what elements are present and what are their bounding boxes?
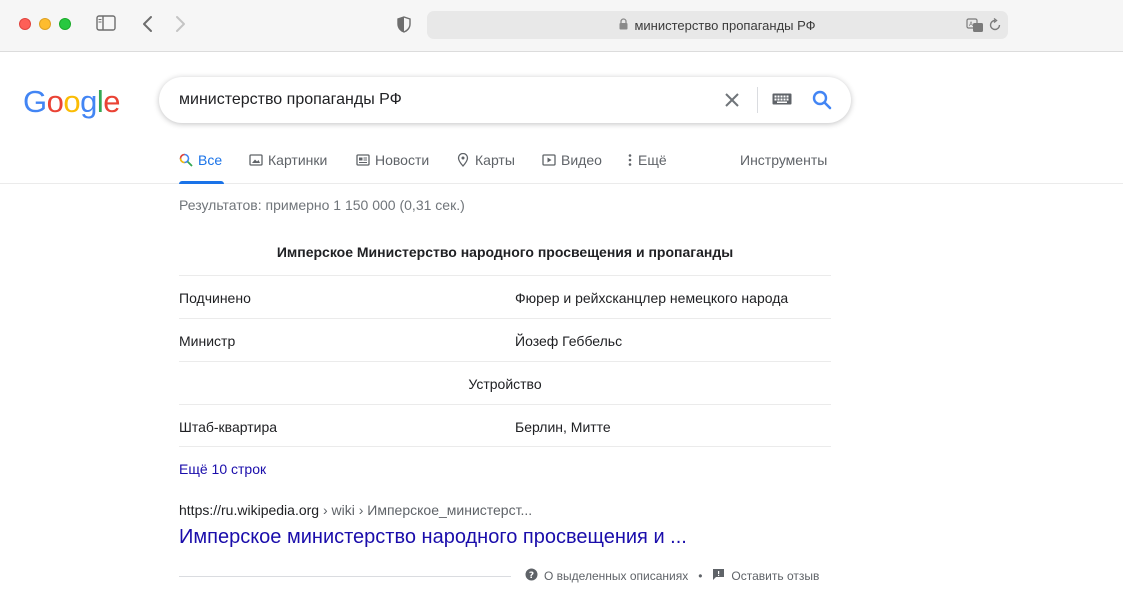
tab-news[interactable]: Новости: [356, 152, 429, 184]
search-tabs: Все Картинки Новости Карты Видео Ещё Инс…: [0, 140, 1123, 184]
table-row: Министр Йозеф Геббельс: [179, 318, 831, 361]
sidebar-toggle-icon[interactable]: [96, 15, 116, 31]
image-icon: [249, 153, 263, 167]
map-pin-icon: [456, 152, 470, 167]
tab-label: Картинки: [268, 152, 328, 168]
logo-letter: g: [80, 84, 97, 119]
row-value: Берлин, Митте: [515, 419, 611, 435]
tab-all[interactable]: Все: [179, 152, 224, 184]
row-key: Подчинено: [179, 290, 251, 306]
more-vert-icon: [627, 153, 633, 167]
result-title-link[interactable]: Имперское министерство народного просвещ…: [179, 526, 687, 549]
translate-icon[interactable]: A: [966, 17, 984, 33]
table-section-row: Устройство: [179, 361, 831, 404]
table-title: Имперское Министерство народного просвещ…: [276, 244, 734, 260]
result-stats: Результатов: примерно 1 150 000 (0,31 се…: [179, 197, 465, 213]
logo-letter: G: [23, 84, 47, 119]
result-path: › wiki › Имперское_министерст...: [319, 502, 533, 518]
tab-label: Все: [198, 152, 223, 168]
more-rows-link[interactable]: Ещё 10 строк: [179, 461, 266, 477]
result-domain: https://ru.wikipedia.org: [179, 502, 320, 518]
logo-letter: e: [103, 84, 121, 119]
forward-arrow-icon[interactable]: [172, 13, 190, 35]
tab-label: Ещё: [638, 152, 667, 168]
about-snippets-link[interactable]: О выделенных описаниях: [544, 569, 688, 583]
news-icon: [356, 153, 370, 167]
divider: [179, 576, 511, 577]
row-section-label: Устройство: [468, 376, 542, 392]
tab-tools[interactable]: Инструменты: [740, 152, 827, 184]
logo-letter: o: [46, 84, 64, 119]
google-logo[interactable]: Google: [23, 84, 121, 120]
search-icon[interactable]: [811, 89, 833, 111]
search-box[interactable]: министерство пропаганды РФ: [159, 77, 851, 123]
search-input[interactable]: министерство пропаганды РФ: [179, 77, 402, 123]
keyboard-icon[interactable]: [772, 92, 792, 108]
svg-text:?: ?: [529, 571, 534, 581]
tab-images[interactable]: Картинки: [249, 152, 327, 184]
close-window-button[interactable]: [19, 18, 31, 30]
table-row: Подчинено Фюрер и рейхсканцлер немецкого…: [179, 275, 831, 318]
search-divider: [757, 87, 758, 113]
row-value: Фюрер и рейхсканцлер немецкого народа: [515, 290, 789, 306]
result-url[interactable]: https://ru.wikipedia.org › wiki › Имперс…: [179, 502, 532, 518]
logo-letter: o: [63, 84, 81, 119]
help-icon[interactable]: ?: [525, 568, 538, 584]
lock-icon: [619, 17, 628, 33]
clear-icon[interactable]: [722, 90, 742, 110]
zoom-window-button[interactable]: [59, 18, 71, 30]
row-key: Штаб-квартира: [179, 419, 278, 435]
search-icon: [179, 153, 193, 167]
privacy-shield-icon[interactable]: [396, 15, 412, 33]
tab-maps[interactable]: Карты: [456, 152, 515, 184]
reload-icon[interactable]: [988, 17, 1002, 33]
separator-dot: •: [698, 569, 703, 583]
tab-label: Видео: [561, 152, 602, 168]
table-row: Штаб-квартира Берлин, Митте: [179, 404, 831, 447]
tab-more[interactable]: Ещё: [627, 152, 667, 184]
tab-label: Инструменты: [740, 152, 828, 168]
tab-video[interactable]: Видео: [542, 152, 602, 184]
row-value: Йозеф Геббельс: [515, 333, 623, 349]
address-text: министерство пропаганды РФ: [634, 17, 816, 33]
browser-toolbar: министерство пропаганды РФ A: [0, 0, 1123, 52]
minimize-window-button[interactable]: [39, 18, 51, 30]
row-key: Министр: [179, 333, 236, 349]
back-arrow-icon[interactable]: [138, 13, 156, 35]
snippet-footer: ? О выделенных описаниях • Оставить отзы…: [525, 568, 819, 584]
tab-label: Новости: [375, 152, 430, 168]
tab-label: Карты: [475, 152, 515, 168]
address-bar[interactable]: министерство пропаганды РФ A: [427, 11, 1008, 39]
feedback-link[interactable]: Оставить отзыв: [731, 569, 819, 583]
feedback-icon[interactable]: [712, 568, 725, 584]
video-icon: [542, 153, 556, 167]
